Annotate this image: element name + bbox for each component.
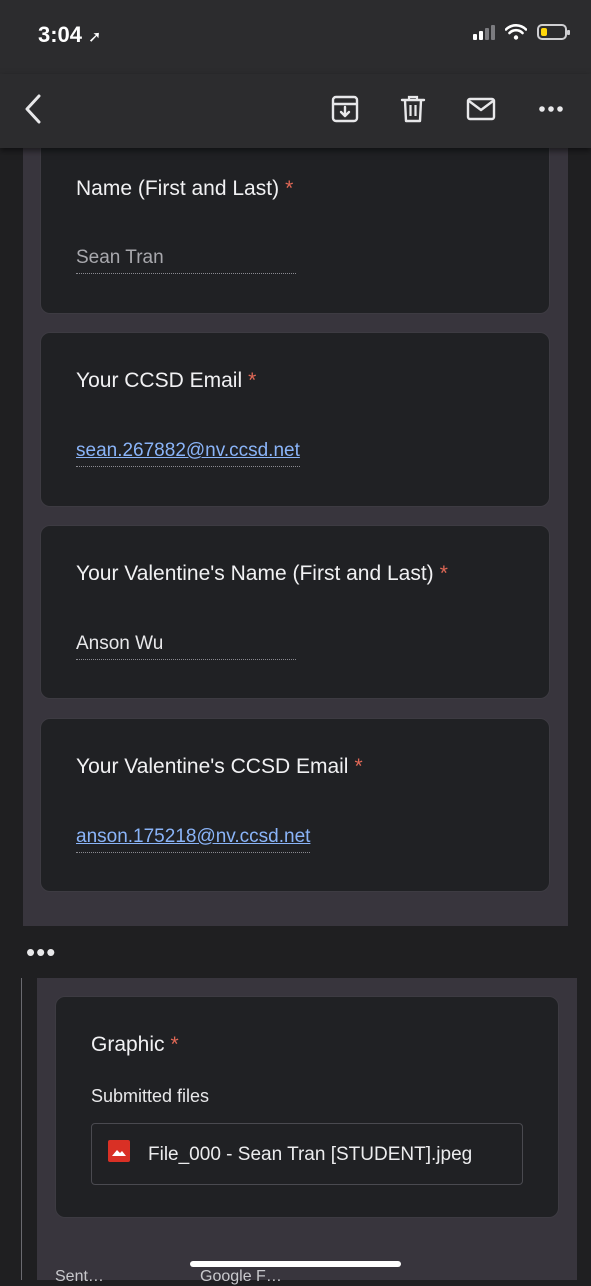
question-title: Your Valentine's CCSD Email * — [76, 755, 363, 779]
submitted-files-label: Submitted files — [91, 1086, 210, 1106]
quote-divider — [21, 978, 22, 1280]
footer-text-left: Sent… — [55, 1268, 104, 1285]
chevron-left-icon — [25, 94, 41, 124]
status-bar: 3:04 ➚ — [0, 0, 591, 74]
answer-name: Sean Tran — [76, 247, 296, 274]
trash-icon — [400, 95, 426, 123]
delete-button[interactable] — [398, 94, 428, 124]
home-indicator[interactable] — [190, 1261, 401, 1267]
answer-email-link[interactable]: sean.267882@nv.ccsd.net — [76, 440, 300, 467]
required-asterisk: * — [170, 1033, 179, 1056]
more-horizontal-icon — [539, 106, 563, 112]
mail-toolbar — [0, 74, 591, 148]
question-title-text: Graphic — [91, 1033, 165, 1056]
battery-level — [541, 28, 547, 36]
question-title-text: Your CCSD Email — [76, 369, 243, 392]
more-options-button[interactable] — [536, 94, 566, 124]
cellular-signal-icon — [473, 24, 495, 40]
required-asterisk: * — [248, 369, 257, 392]
question-card-valentine-email: Your Valentine's CCSD Email * anson.17521… — [40, 718, 550, 892]
mark-unread-button[interactable] — [466, 94, 496, 124]
required-asterisk: * — [285, 177, 294, 200]
required-asterisk: * — [354, 755, 363, 778]
mail-icon — [466, 97, 496, 121]
battery-icon — [537, 24, 570, 40]
clock-text: 3:04 — [38, 22, 83, 47]
question-title: Name (First and Last) * — [76, 177, 293, 201]
required-asterisk: * — [439, 562, 448, 585]
file-attachment-chip[interactable]: File_000 - Sean Tran [STUDENT].jpeg — [91, 1123, 523, 1185]
back-button[interactable] — [18, 94, 48, 124]
archive-button[interactable] — [330, 94, 360, 124]
question-card-valentine-name: Your Valentine's Name (First and Last) * … — [40, 525, 550, 699]
wifi-icon — [505, 24, 527, 40]
question-title: Your Valentine's Name (First and Last) * — [76, 562, 448, 586]
answer-valentine-email-link[interactable]: anson.175218@nv.ccsd.net — [76, 826, 311, 853]
show-trimmed-content-button[interactable]: ••• — [26, 939, 56, 965]
question-card-email: Your CCSD Email * sean.267882@nv.ccsd.net — [40, 332, 550, 507]
question-title: Graphic * — [91, 1033, 179, 1057]
question-title-text: Your Valentine's Name (First and Last) — [76, 562, 434, 585]
file-name: File_000 - Sean Tran [STUDENT].jpeg — [148, 1144, 473, 1165]
location-arrow-icon: ➚ — [88, 29, 102, 46]
archive-icon — [331, 95, 359, 123]
question-title-text: Name (First and Last) — [76, 177, 280, 200]
image-file-icon — [108, 1140, 130, 1162]
question-title-text: Your Valentine's CCSD Email — [76, 755, 349, 778]
status-indicators — [473, 24, 570, 40]
footer-text-right: Google F… — [200, 1268, 282, 1285]
question-card-graphic: Graphic * Submitted files File_000 - Sean… — [55, 996, 559, 1218]
answer-valentine-name: Anson Wu — [76, 633, 296, 660]
question-title: Your CCSD Email * — [76, 369, 256, 393]
status-time: 3:04 ➚ — [38, 22, 101, 48]
